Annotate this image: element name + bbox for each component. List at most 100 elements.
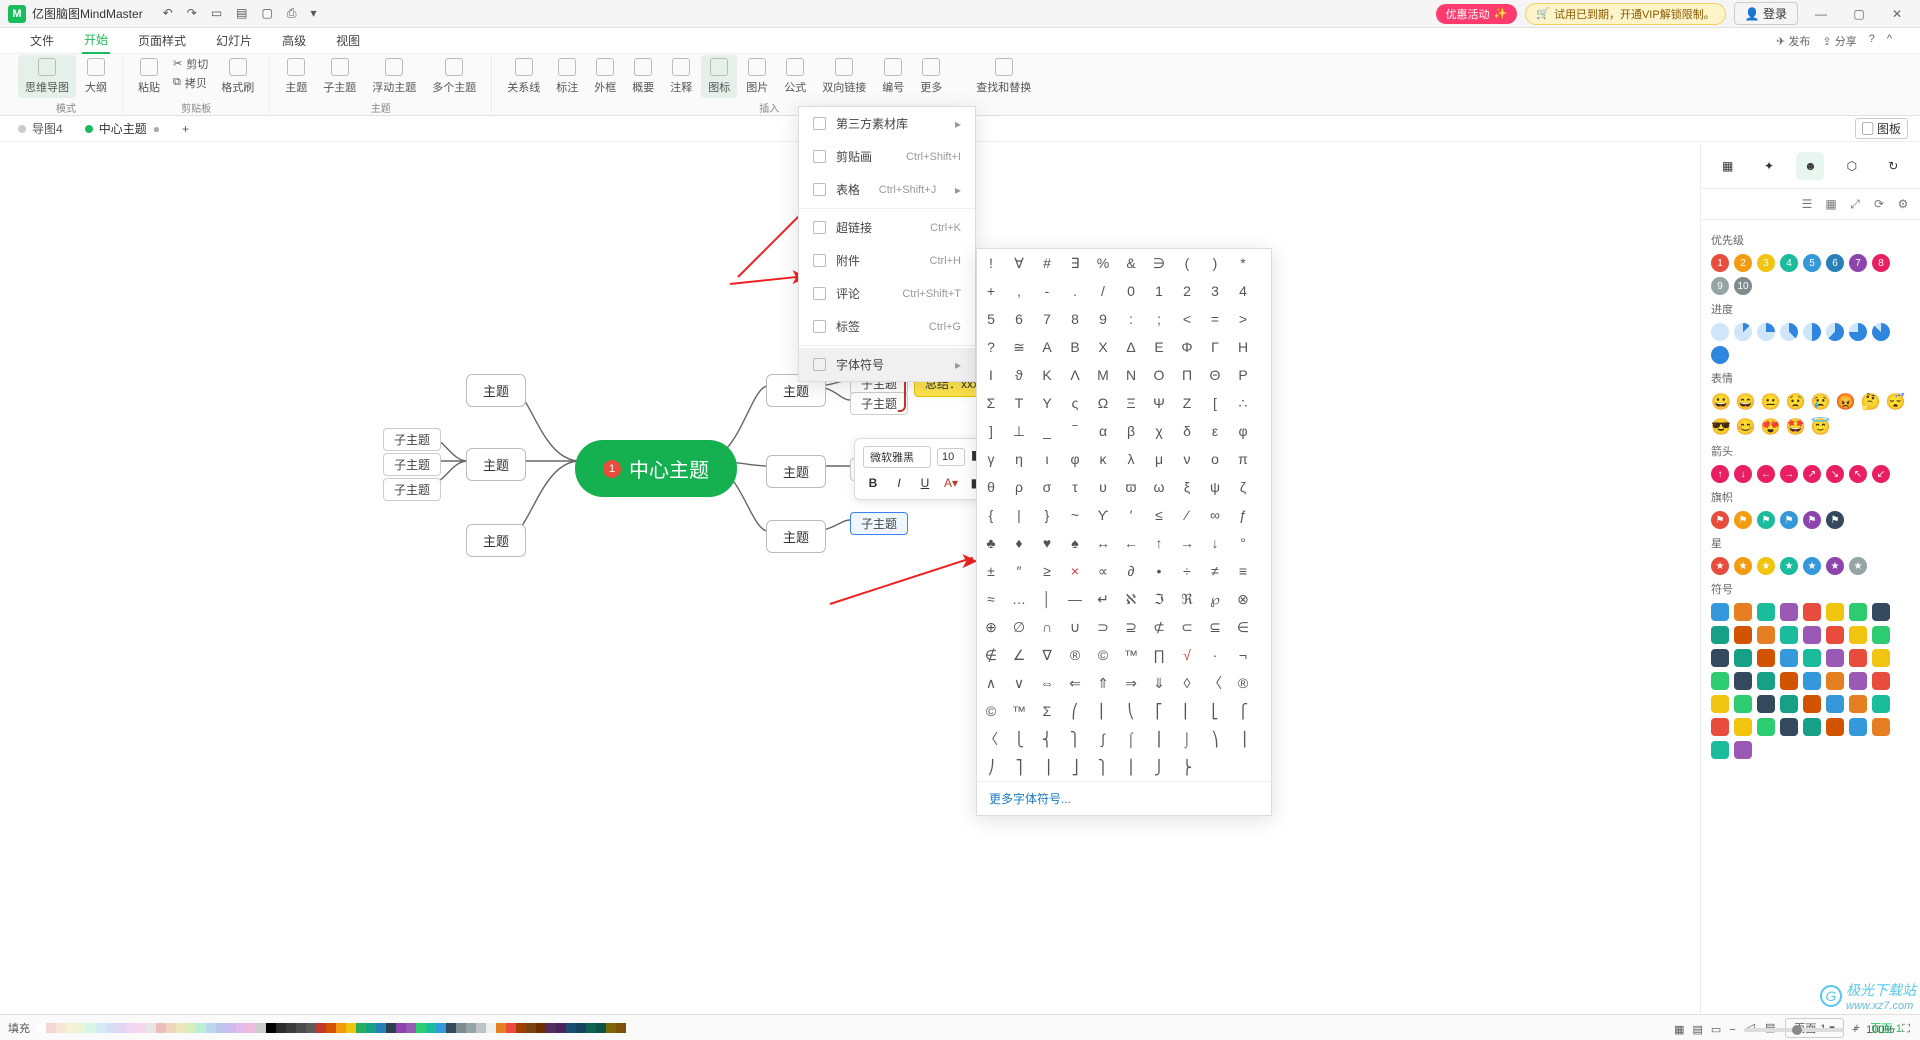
symbol-cell[interactable]: ? bbox=[977, 333, 1005, 361]
symbol-cell[interactable]: ⎫ bbox=[1089, 753, 1117, 781]
symbol-cell[interactable]: ω bbox=[1145, 473, 1173, 501]
symbol-icon[interactable] bbox=[1711, 603, 1729, 621]
color-swatch[interactable] bbox=[586, 1023, 596, 1033]
progress-icon[interactable] bbox=[1780, 323, 1798, 341]
priority-icon[interactable]: 2 bbox=[1734, 254, 1752, 272]
symbol-icon[interactable] bbox=[1757, 603, 1775, 621]
floating-topic-button[interactable]: 浮动主题 bbox=[365, 55, 423, 98]
symbol-icon[interactable] bbox=[1711, 718, 1729, 736]
panel-tab-layout[interactable]: ▦ bbox=[1714, 152, 1742, 180]
symbol-cell[interactable]: → bbox=[1173, 529, 1201, 557]
symbol-cell[interactable]: 2 bbox=[1173, 277, 1201, 305]
symbol-cell[interactable]: ⊇ bbox=[1117, 613, 1145, 641]
symbol-cell[interactable]: ⎣ bbox=[1201, 697, 1229, 725]
symbol-icon[interactable] bbox=[1734, 718, 1752, 736]
symbol-cell[interactable]: ℘ bbox=[1201, 585, 1229, 613]
symbol-icon[interactable] bbox=[1780, 649, 1798, 667]
menu-file[interactable]: 文件 bbox=[28, 28, 56, 53]
symbol-cell[interactable]: ⊆ bbox=[1201, 613, 1229, 641]
symbol-icon[interactable] bbox=[1826, 626, 1844, 644]
priority-icon[interactable]: 4 bbox=[1780, 254, 1798, 272]
symbol-cell[interactable]: σ bbox=[1033, 473, 1061, 501]
symbol-cell[interactable]: 〈 bbox=[1201, 669, 1229, 697]
dropdown-item[interactable]: 字体符号▸ bbox=[799, 348, 975, 381]
symbol-cell[interactable]: 5 bbox=[977, 305, 1005, 333]
symbol-icon[interactable] bbox=[1872, 626, 1890, 644]
progress-icon[interactable] bbox=[1803, 323, 1821, 341]
view-mode-icon[interactable]: ▦ bbox=[1674, 1023, 1684, 1036]
underline-button[interactable]: U bbox=[915, 474, 935, 492]
symbol-cell[interactable]: K bbox=[1033, 361, 1061, 389]
symbol-cell[interactable]: E bbox=[1145, 333, 1173, 361]
symbol-cell[interactable]: ⎝ bbox=[1117, 697, 1145, 725]
symbol-icon[interactable] bbox=[1803, 718, 1821, 736]
symbol-cell[interactable]: ⎥ bbox=[1033, 753, 1061, 781]
color-swatch[interactable] bbox=[336, 1023, 346, 1033]
symbol-cell[interactable]: ″ bbox=[1005, 557, 1033, 585]
arrow-icon[interactable]: ↙ bbox=[1872, 465, 1890, 483]
symbol-cell[interactable]: 6 bbox=[1005, 305, 1033, 333]
symbol-icon[interactable] bbox=[1849, 718, 1867, 736]
dropdown-item[interactable]: 超链接Ctrl+K bbox=[799, 211, 975, 244]
new-icon[interactable]: ▭ bbox=[211, 6, 222, 21]
color-swatch[interactable] bbox=[226, 1023, 236, 1033]
color-swatch[interactable] bbox=[616, 1023, 626, 1033]
symbol-icon[interactable] bbox=[1757, 626, 1775, 644]
symbol-cell[interactable]: & bbox=[1117, 249, 1145, 277]
dropdown-item[interactable]: 剪贴画Ctrl+Shift+I bbox=[799, 140, 975, 173]
topic-button[interactable]: 主题 bbox=[278, 55, 314, 98]
symbol-cell[interactable]: ∝ bbox=[1089, 557, 1117, 585]
color-swatch[interactable] bbox=[236, 1023, 246, 1033]
symbol-cell[interactable]: © bbox=[1089, 641, 1117, 669]
progress-icon[interactable] bbox=[1734, 323, 1752, 341]
menu-view[interactable]: 视图 bbox=[334, 28, 362, 53]
more-symbols-link[interactable]: 更多字体符号... bbox=[977, 781, 1271, 815]
color-swatch[interactable] bbox=[246, 1023, 256, 1033]
color-swatch[interactable] bbox=[366, 1023, 376, 1033]
symbol-cell[interactable]: ⊥ bbox=[1005, 417, 1033, 445]
panel-tab-icons[interactable]: ☻ bbox=[1796, 152, 1824, 180]
symbol-cell[interactable]: ζ bbox=[1229, 473, 1257, 501]
symbol-cell[interactable]: H bbox=[1229, 333, 1257, 361]
zoom-slider[interactable] bbox=[1744, 1028, 1844, 1032]
boundary-button[interactable]: 外框 bbox=[587, 55, 623, 98]
symbol-cell[interactable]: γ bbox=[977, 445, 1005, 473]
menu-page-style[interactable]: 页面样式 bbox=[136, 28, 188, 53]
symbol-cell[interactable]: κ bbox=[1089, 445, 1117, 473]
symbol-cell[interactable]: · bbox=[1201, 641, 1229, 669]
color-swatch[interactable] bbox=[416, 1023, 426, 1033]
subtopic-node[interactable]: 子主题 bbox=[383, 453, 441, 476]
cut-button[interactable]: ✂ 剪切 bbox=[169, 55, 212, 73]
menu-slides[interactable]: 幻灯片 bbox=[214, 28, 254, 53]
italic-button[interactable]: I bbox=[889, 474, 909, 492]
symbol-cell[interactable]: ⊕ bbox=[977, 613, 1005, 641]
symbol-cell[interactable]: ⇐ bbox=[1061, 669, 1089, 697]
maximize-icon[interactable]: ▢ bbox=[1844, 7, 1874, 21]
symbol-cell[interactable]: - bbox=[1033, 277, 1061, 305]
symbol-icon[interactable] bbox=[1780, 695, 1798, 713]
symbol-cell[interactable]: ] bbox=[977, 417, 1005, 445]
flag-icon[interactable]: ⚑ bbox=[1734, 511, 1752, 529]
qat-more-icon[interactable]: ▾ bbox=[310, 6, 316, 21]
summary-button[interactable]: 概要 bbox=[625, 55, 661, 98]
symbol-cell[interactable]: ⎬ bbox=[1173, 753, 1201, 781]
symbol-cell[interactable]: Θ bbox=[1201, 361, 1229, 389]
note-button[interactable]: 注释 bbox=[663, 55, 699, 98]
symbol-cell[interactable]: α bbox=[1089, 417, 1117, 445]
symbol-cell[interactable]: ⊃ bbox=[1089, 613, 1117, 641]
symbol-cell[interactable]: = bbox=[1201, 305, 1229, 333]
zoom-out-icon[interactable]: − bbox=[1729, 1024, 1735, 1036]
priority-icon[interactable]: 9 bbox=[1711, 277, 1729, 295]
symbol-cell[interactable]: ⇑ bbox=[1089, 669, 1117, 697]
symbol-cell[interactable]: 9 bbox=[1089, 305, 1117, 333]
symbol-icon[interactable] bbox=[1826, 672, 1844, 690]
symbol-cell[interactable]: I bbox=[977, 361, 1005, 389]
symbol-cell[interactable]: ξ bbox=[1173, 473, 1201, 501]
progress-icon[interactable] bbox=[1711, 346, 1729, 364]
symbol-icon[interactable] bbox=[1734, 649, 1752, 667]
login-button[interactable]: 👤 登录 bbox=[1734, 2, 1798, 25]
symbol-icon[interactable] bbox=[1734, 603, 1752, 621]
symbol-cell[interactable]: ‾ bbox=[1061, 417, 1089, 445]
print-icon[interactable]: ⎙ bbox=[287, 6, 297, 21]
symbol-cell[interactable]: ′ bbox=[1117, 501, 1145, 529]
